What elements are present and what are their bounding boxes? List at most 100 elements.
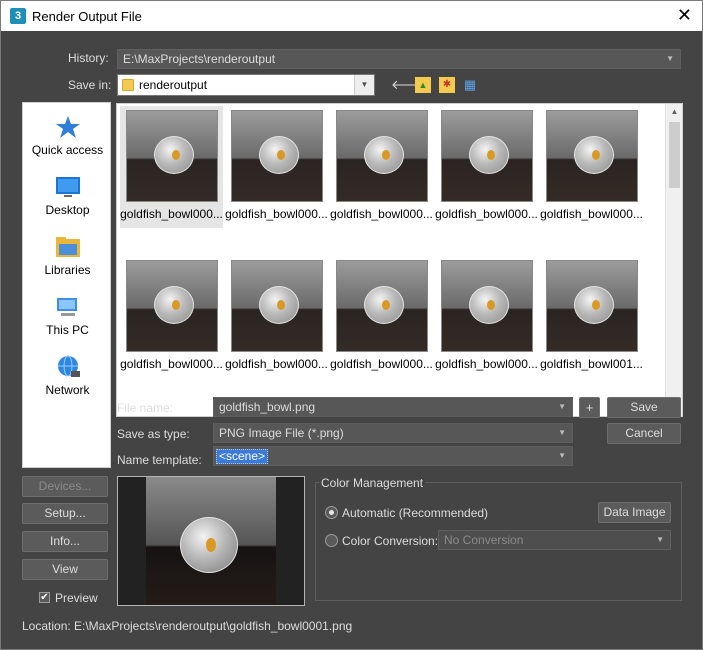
file-name: goldfish_bowl000... <box>435 207 538 221</box>
save-button[interactable]: Save <box>607 397 681 418</box>
file-thumbnail <box>336 110 428 202</box>
color-conversion-value: No Conversion <box>444 533 524 547</box>
file-item[interactable]: goldfish_bowl000... <box>225 106 328 228</box>
file-thumbnail <box>441 110 533 202</box>
file-name: goldfish_bowl000... <box>330 357 433 371</box>
history-value: E:\MaxProjects\renderoutput <box>123 52 276 66</box>
file-thumbnail <box>546 110 638 202</box>
file-item[interactable]: goldfish_bowl000... <box>120 256 223 378</box>
window-title: Render Output File <box>32 9 142 24</box>
view-menu-icon[interactable]: ▦ <box>462 77 478 93</box>
setup-button[interactable]: Setup... <box>22 503 108 524</box>
automatic-radio[interactable] <box>325 506 338 519</box>
file-name: goldfish_bowl000... <box>225 357 328 371</box>
app-icon: 3 <box>10 8 26 24</box>
file-name: goldfish_bowl001... <box>540 357 643 371</box>
chevron-down-icon[interactable]: ▼ <box>558 398 566 416</box>
data-image-button[interactable]: Data Image <box>598 502 671 523</box>
location-label: Location: <box>22 619 71 633</box>
file-list[interactable]: goldfish_bowl000... goldfish_bowl000... … <box>116 103 683 417</box>
chevron-down-icon[interactable]: ▼ <box>558 447 566 465</box>
info-button[interactable]: Info... <box>22 531 108 552</box>
cancel-button[interactable]: Cancel <box>607 423 681 444</box>
color-conversion-label: Color Conversion: <box>342 534 439 548</box>
name-template-value: <scene> <box>216 449 269 464</box>
place-network[interactable]: Network <box>23 349 112 407</box>
save-in-label: Save in: <box>68 78 112 92</box>
file-thumbnail <box>126 110 218 202</box>
color-conversion-radio[interactable] <box>325 534 338 547</box>
history-dropdown[interactable]: E:\MaxProjects\renderoutput ▼ <box>117 49 681 69</box>
save-in-value: renderoutput <box>139 78 208 92</box>
file-name: goldfish_bowl000... <box>330 207 433 221</box>
title-bar: 3 Render Output File ✕ <box>0 0 703 31</box>
color-management-title: Color Management <box>319 476 426 490</box>
file-name: goldfish_bowl000... <box>120 207 223 221</box>
file-name: goldfish_bowl000... <box>540 207 643 221</box>
file-item[interactable]: goldfish_bowl000... <box>435 106 538 228</box>
file-name-input[interactable]: goldfish_bowl.png ▼ <box>213 397 573 417</box>
file-name-label: File name: <box>117 401 174 415</box>
view-button[interactable]: View <box>22 559 108 580</box>
location-value: E:\MaxProjects\renderoutput\goldfish_bow… <box>74 619 353 633</box>
file-item[interactable]: goldfish_bowl000... <box>120 106 223 228</box>
place-libraries[interactable]: Libraries <box>23 229 112 287</box>
history-label: History: <box>68 51 109 65</box>
file-item[interactable]: goldfish_bowl001... <box>540 256 643 378</box>
chevron-down-icon[interactable]: ▼ <box>354 75 374 95</box>
up-folder-icon[interactable]: ▲ <box>415 77 431 93</box>
file-thumbnail <box>336 260 428 352</box>
file-thumbnail <box>546 260 638 352</box>
file-name: goldfish_bowl000... <box>120 357 223 371</box>
vertical-scrollbar[interactable]: ▲ ▼ <box>665 104 682 416</box>
place-label: Libraries <box>44 263 91 277</box>
save-in-dropdown[interactable]: renderoutput ▼ <box>117 74 375 96</box>
place-label: This PC <box>46 323 89 337</box>
devices-button[interactable]: Devices... <box>22 476 108 497</box>
save-as-type-dropdown[interactable]: PNG Image File (*.png) ▼ <box>213 423 573 443</box>
place-quick-access[interactable]: Quick access <box>23 109 112 167</box>
file-thumbnail <box>231 110 323 202</box>
close-icon[interactable]: ✕ <box>677 6 692 24</box>
file-thumbnail <box>231 260 323 352</box>
chevron-down-icon: ▼ <box>666 54 674 63</box>
file-item[interactable]: goldfish_bowl000... <box>330 256 433 378</box>
back-icon[interactable]: 🡐 <box>391 77 426 93</box>
star-icon <box>55 116 80 138</box>
name-template-label: Name template: <box>117 453 202 467</box>
add-icon[interactable]: + <box>579 397 600 418</box>
folder-icon <box>122 79 134 91</box>
desktop-icon <box>55 177 80 197</box>
preview-checkbox[interactable]: ✔ <box>39 592 50 603</box>
scroll-thumb[interactable] <box>669 122 680 188</box>
preview-image <box>117 476 305 606</box>
place-label: Network <box>45 383 90 397</box>
save-as-type-value: PNG Image File (*.png) <box>219 426 344 440</box>
file-item[interactable]: goldfish_bowl000... <box>225 256 328 378</box>
file-name: goldfish_bowl000... <box>435 357 538 371</box>
places-bar: Quick access Desktop Libraries This PC N… <box>22 102 111 468</box>
network-icon <box>57 355 80 377</box>
dialog-body: History: E:\MaxProjects\renderoutput ▼ S… <box>0 31 703 650</box>
chevron-down-icon: ▼ <box>656 535 664 544</box>
place-label: Desktop <box>45 203 90 217</box>
color-conversion-dropdown[interactable]: No Conversion ▼ <box>438 530 671 550</box>
file-name-value: goldfish_bowl.png <box>219 400 316 414</box>
place-desktop[interactable]: Desktop <box>23 169 112 227</box>
file-thumbnail <box>441 260 533 352</box>
chevron-down-icon: ▼ <box>558 428 566 437</box>
file-item[interactable]: goldfish_bowl000... <box>435 256 538 378</box>
libraries-icon <box>55 237 80 257</box>
file-item[interactable]: goldfish_bowl000... <box>540 106 643 228</box>
new-folder-icon[interactable]: ✱ <box>439 77 455 93</box>
place-label: Quick access <box>31 143 104 157</box>
name-template-input[interactable]: <scene> ▼ <box>213 446 573 466</box>
scroll-up-icon[interactable]: ▲ <box>666 104 682 119</box>
place-this-pc[interactable]: This PC <box>23 289 112 347</box>
automatic-label: Automatic (Recommended) <box>342 506 489 520</box>
file-item[interactable]: goldfish_bowl000... <box>330 106 433 228</box>
file-thumbnail <box>126 260 218 352</box>
save-as-type-label: Save as type: <box>117 427 190 441</box>
file-name: goldfish_bowl000... <box>225 207 328 221</box>
computer-icon <box>56 298 77 316</box>
